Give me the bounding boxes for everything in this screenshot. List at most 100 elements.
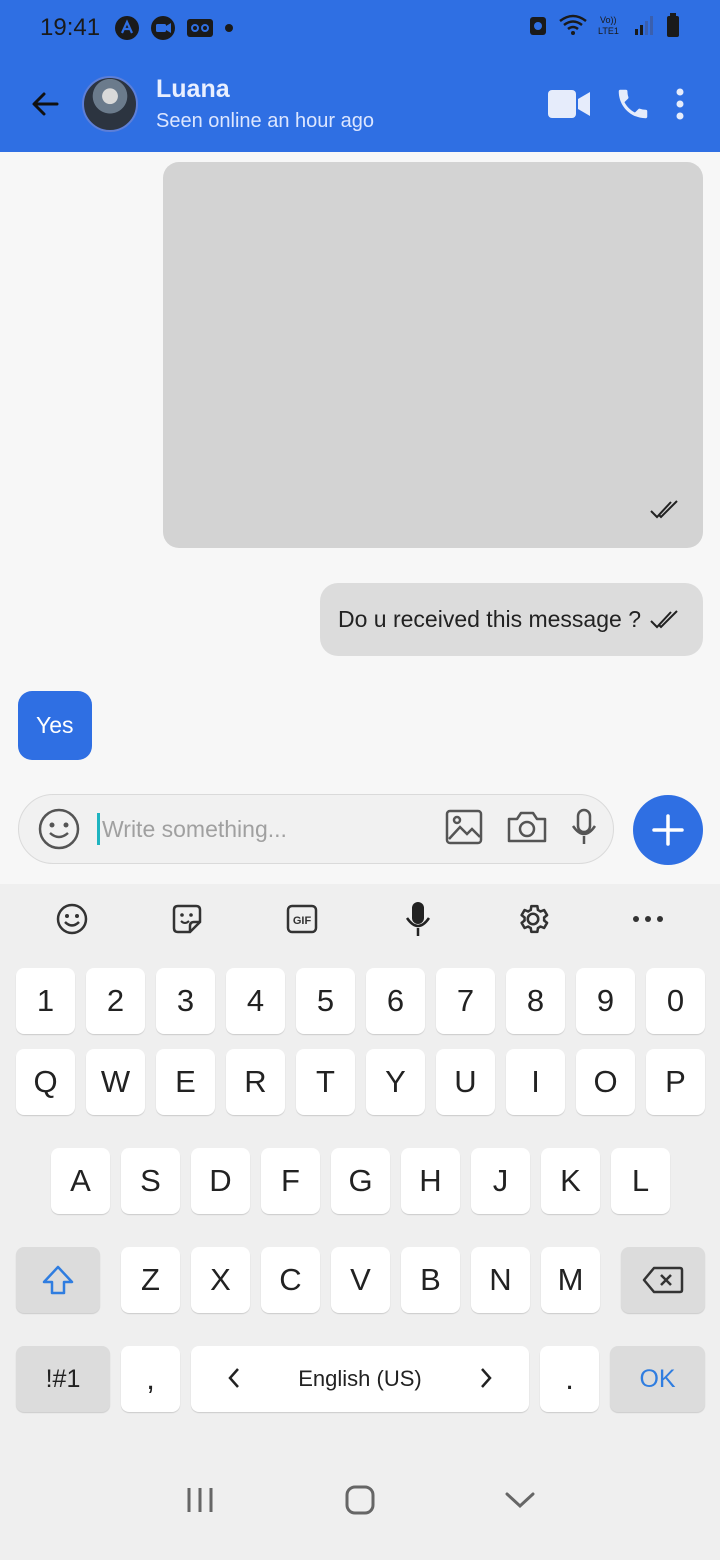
soft-keyboard: GIF 1234567890 QWERTYUIOP ASDFGHJKL ZXCVBNM… bbox=[0, 884, 720, 1440]
key-i[interactable]: I bbox=[506, 1049, 565, 1115]
text-cursor bbox=[97, 813, 100, 845]
message-composer bbox=[18, 794, 614, 864]
contact-avatar[interactable] bbox=[82, 76, 138, 132]
camera-button[interactable] bbox=[505, 809, 549, 850]
key-3[interactable]: 3 bbox=[156, 968, 215, 1034]
contact-status: Seen online an hour ago bbox=[156, 110, 374, 132]
wifi-icon bbox=[558, 13, 588, 44]
key-8[interactable]: 8 bbox=[506, 968, 565, 1034]
svg-text:Vo)): Vo)) bbox=[600, 15, 617, 25]
keyboard-more-button[interactable] bbox=[623, 894, 673, 944]
keyboard-sticker-button[interactable] bbox=[162, 894, 212, 944]
voice-call-button[interactable] bbox=[614, 85, 652, 123]
system-navigation-bar bbox=[0, 1440, 720, 1560]
symbols-key[interactable]: !#1 bbox=[16, 1346, 110, 1412]
keyboard-voice-button[interactable] bbox=[393, 894, 443, 944]
key-e[interactable]: E bbox=[156, 1049, 215, 1115]
recent-apps-button[interactable] bbox=[170, 1470, 230, 1530]
more-options-button[interactable] bbox=[674, 87, 686, 121]
key-r[interactable]: R bbox=[226, 1049, 285, 1115]
key-4[interactable]: 4 bbox=[226, 968, 285, 1034]
key-6[interactable]: 6 bbox=[366, 968, 425, 1034]
message-text: Do u received this message ? bbox=[338, 606, 641, 632]
key-l[interactable]: L bbox=[611, 1148, 670, 1214]
alarm-icon bbox=[528, 13, 548, 44]
contact-name: Luana bbox=[156, 75, 230, 103]
key-f[interactable]: F bbox=[261, 1148, 320, 1214]
key-m[interactable]: M bbox=[541, 1247, 600, 1313]
keyboard-gif-button[interactable]: GIF bbox=[277, 894, 327, 944]
key-h[interactable]: H bbox=[401, 1148, 460, 1214]
status-bar: 19:41 Vo)) LTE1 bbox=[0, 0, 720, 56]
keyboard-settings-button[interactable] bbox=[508, 894, 558, 944]
chevron-right-icon bbox=[479, 1366, 493, 1397]
key-p[interactable]: P bbox=[646, 1049, 705, 1115]
key-w[interactable]: W bbox=[86, 1049, 145, 1115]
gallery-button[interactable] bbox=[445, 809, 483, 850]
incoming-message[interactable]: Yes bbox=[18, 691, 92, 760]
key-s[interactable]: S bbox=[121, 1148, 180, 1214]
emoji-icon bbox=[56, 903, 87, 935]
dot-indicator-icon bbox=[224, 23, 234, 33]
add-attachment-button[interactable] bbox=[633, 795, 703, 865]
chevron-left-icon bbox=[227, 1366, 241, 1397]
key-1[interactable]: 1 bbox=[16, 968, 75, 1034]
emoji-button[interactable] bbox=[35, 805, 83, 853]
mic-icon bbox=[405, 902, 430, 936]
sticker-icon bbox=[172, 904, 202, 934]
kebab-menu-icon bbox=[676, 88, 684, 120]
key-v[interactable]: V bbox=[331, 1247, 390, 1313]
phone-icon bbox=[618, 89, 648, 119]
key-0[interactable]: 0 bbox=[646, 968, 705, 1034]
outgoing-message[interactable]: Do u received this message ? bbox=[320, 583, 703, 656]
key-u[interactable]: U bbox=[436, 1049, 495, 1115]
video-call-button[interactable] bbox=[548, 88, 592, 120]
back-button[interactable] bbox=[18, 77, 72, 131]
message-text: Yes bbox=[36, 712, 74, 738]
backspace-icon bbox=[642, 1266, 684, 1294]
key-q[interactable]: Q bbox=[16, 1049, 75, 1115]
message-input[interactable] bbox=[102, 815, 422, 843]
contact-info[interactable]: Luana Seen online an hour ago bbox=[156, 75, 374, 133]
comma-key[interactable]: , bbox=[121, 1346, 180, 1412]
space-language-label: English (US) bbox=[298, 1366, 422, 1391]
key-j[interactable]: J bbox=[471, 1148, 530, 1214]
key-b[interactable]: B bbox=[401, 1247, 460, 1313]
key-z[interactable]: Z bbox=[121, 1247, 180, 1313]
key-a[interactable]: A bbox=[51, 1148, 110, 1214]
volte-icon: Vo)) LTE1 bbox=[598, 13, 624, 44]
key-o[interactable]: O bbox=[576, 1049, 635, 1115]
hide-keyboard-button[interactable] bbox=[490, 1470, 550, 1530]
key-9[interactable]: 9 bbox=[576, 968, 635, 1034]
signal-icon bbox=[634, 13, 656, 44]
message-list[interactable]: Do u received this message ? Yes bbox=[0, 152, 720, 884]
key-k[interactable]: K bbox=[541, 1148, 600, 1214]
key-2[interactable]: 2 bbox=[86, 968, 145, 1034]
read-receipt-icon bbox=[649, 499, 681, 526]
key-d[interactable]: D bbox=[191, 1148, 250, 1214]
home-button[interactable] bbox=[330, 1470, 390, 1530]
period-key[interactable]: . bbox=[540, 1346, 599, 1412]
key-7[interactable]: 7 bbox=[436, 968, 495, 1034]
key-y[interactable]: Y bbox=[366, 1049, 425, 1115]
header-actions bbox=[548, 85, 686, 123]
voice-record-button[interactable] bbox=[571, 808, 597, 851]
key-5[interactable]: 5 bbox=[296, 968, 355, 1034]
backspace-key[interactable] bbox=[621, 1247, 705, 1313]
plus-icon bbox=[652, 814, 684, 846]
arrow-left-icon bbox=[32, 92, 59, 116]
recents-icon bbox=[187, 1488, 213, 1512]
key-g[interactable]: G bbox=[331, 1148, 390, 1214]
image-message[interactable] bbox=[163, 162, 703, 548]
ok-key[interactable]: OK bbox=[610, 1346, 705, 1412]
battery-icon bbox=[666, 12, 680, 45]
space-key[interactable]: English (US) bbox=[191, 1346, 529, 1412]
key-t[interactable]: T bbox=[296, 1049, 355, 1115]
key-c[interactable]: C bbox=[261, 1247, 320, 1313]
key-x[interactable]: X bbox=[191, 1247, 250, 1313]
read-receipt-icon bbox=[649, 609, 681, 631]
key-n[interactable]: N bbox=[471, 1247, 530, 1313]
shift-key[interactable] bbox=[16, 1247, 100, 1313]
keyboard-emoji-button[interactable] bbox=[47, 894, 97, 944]
app-notification-icon bbox=[114, 15, 140, 41]
